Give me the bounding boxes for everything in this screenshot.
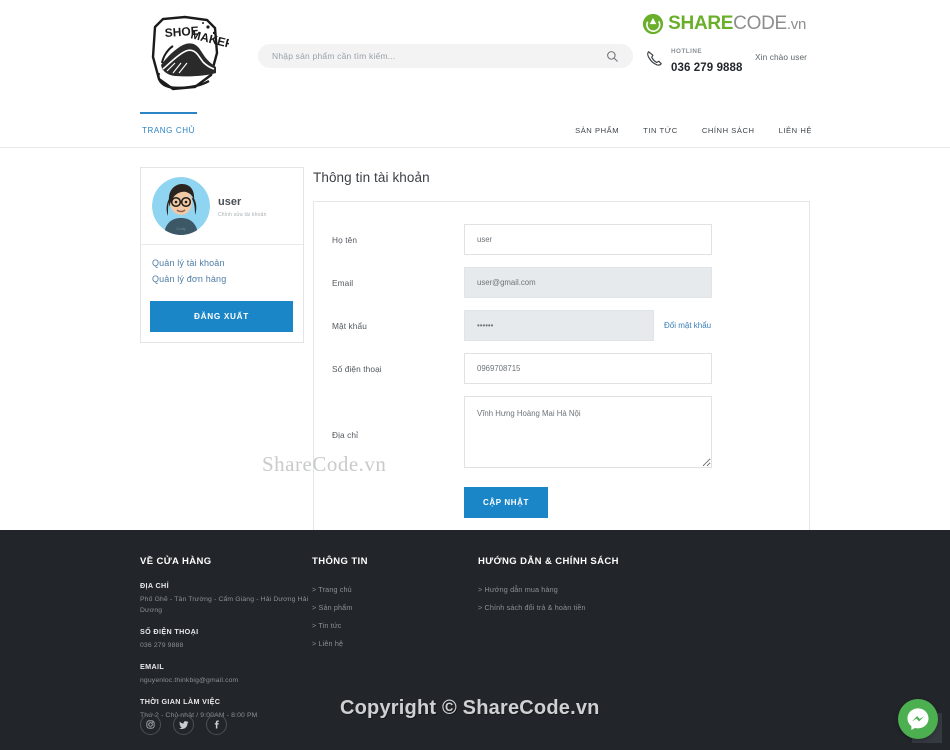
label-address: Địa chỉ bbox=[332, 429, 359, 440]
hotline-number: 036 279 9888 bbox=[671, 62, 743, 74]
user-greeting: Xin chào user bbox=[755, 52, 808, 62]
avatar: Cody bbox=[152, 177, 210, 235]
footer-address-text: Phố Ghẽ - Tân Trường - Cẩm Giàng - Hải D… bbox=[140, 596, 309, 614]
label-password: Mật khẩu bbox=[332, 320, 367, 331]
nav-item-news[interactable]: TIN TỨC bbox=[643, 124, 678, 135]
sharecode-watermark-logo: SHARECODE.vn bbox=[642, 13, 806, 35]
search-bar[interactable] bbox=[258, 44, 633, 68]
label-phone: Số điện thoại bbox=[332, 363, 382, 374]
footer-address-head: ĐỊA CHỈ bbox=[140, 581, 169, 590]
form-row-submit: CẬP NHẬT bbox=[314, 485, 809, 518]
phone-input[interactable] bbox=[464, 353, 712, 384]
footer-socials bbox=[140, 714, 227, 735]
footer-column-policy: HƯỚNG DẪN & CHÍNH SÁCH > Hướng dẫn mua h… bbox=[478, 556, 738, 617]
sharecode-mark-icon bbox=[642, 13, 664, 35]
site-header: SHOE MAKER Nhập sản phẩm cần tìm kiếm...… bbox=[0, 0, 950, 112]
form-row-fullname: Họ tên bbox=[314, 224, 809, 255]
footer-phone-text: 036 279 9888 bbox=[140, 642, 184, 649]
page-root: SHOE MAKER Nhập sản phẩm cần tìm kiếm...… bbox=[0, 0, 950, 750]
sidebar-item-orders[interactable]: Quản lý đơn hàng bbox=[152, 271, 303, 287]
footer-column-store: VỀ CỬA HÀNG ĐỊA CHỈ Phố Ghẽ - Tân Trường… bbox=[140, 556, 310, 732]
password-input[interactable] bbox=[464, 310, 654, 341]
nav-item-policy[interactable]: CHÍNH SÁCH bbox=[702, 124, 755, 135]
account-sidebar: Cody user Chỉnh sửa tài khoản Quản lý tà… bbox=[140, 167, 304, 343]
nav-item-contact[interactable]: LIÊN HỆ bbox=[779, 124, 812, 135]
sidebar-user-name: user bbox=[218, 196, 242, 208]
sidebar-item-account[interactable]: Quản lý tài khoản bbox=[152, 255, 303, 271]
logout-button[interactable]: ĐĂNG XUẤT bbox=[150, 301, 293, 332]
footer-link-products[interactable]: > Sản phẩm bbox=[312, 599, 482, 617]
nav-item-products[interactable]: SẢN PHẨM bbox=[575, 124, 619, 135]
sharecode-code-text: CODE bbox=[733, 12, 787, 34]
form-row-password: Mật khẩu Đổi mật khẩu bbox=[314, 310, 809, 341]
sidebar-user-subtitle: Chỉnh sửa tài khoản bbox=[218, 212, 267, 218]
svg-text:Cody: Cody bbox=[176, 226, 185, 231]
footer-link-buying-guide[interactable]: > Hướng dẫn mua hàng bbox=[478, 581, 738, 599]
search-input[interactable] bbox=[258, 51, 591, 61]
footer-link-news[interactable]: > Tin tức bbox=[312, 617, 482, 635]
messenger-icon bbox=[907, 708, 929, 730]
footer-title-store: VỀ CỬA HÀNG bbox=[140, 556, 212, 567]
footer-column-info: THÔNG TIN > Trang chủ > Sản phẩm > Tin t… bbox=[312, 556, 482, 653]
messenger-chat-button[interactable] bbox=[898, 699, 938, 739]
instagram-icon[interactable] bbox=[140, 714, 161, 735]
form-row-phone: Số điện thoại bbox=[314, 353, 809, 384]
email-input[interactable] bbox=[464, 267, 712, 298]
footer-hours-head: THỜI GIAN LÀM VIỆC bbox=[140, 697, 221, 706]
site-footer: VỀ CỬA HÀNG ĐỊA CHỈ Phố Ghẽ - Tân Trường… bbox=[0, 530, 950, 750]
main-navigation: TRANG CHỦ SẢN PHẨM TIN TỨC CHÍNH SÁCH LI… bbox=[0, 112, 950, 148]
hotline-block: HOTLINE 036 279 9888 bbox=[645, 40, 743, 76]
footer-link-contact[interactable]: > Liên hệ bbox=[312, 635, 482, 653]
fullname-input[interactable] bbox=[464, 224, 712, 255]
sidebar-user-header[interactable]: Cody user Chỉnh sửa tài khoản bbox=[141, 168, 303, 245]
label-fullname: Họ tên bbox=[332, 234, 358, 245]
change-password-link[interactable]: Đổi mật khẩu bbox=[664, 321, 711, 330]
hotline-label: HOTLINE bbox=[671, 48, 703, 55]
phone-icon bbox=[645, 49, 664, 68]
account-form: Họ tên Email Mật khẩu Đổi mật khẩu bbox=[313, 201, 810, 555]
nav-item-home[interactable]: TRANG CHỦ bbox=[140, 112, 197, 147]
label-email: Email bbox=[332, 277, 354, 288]
shoemaker-logo-icon[interactable]: SHOE MAKER bbox=[145, 13, 229, 101]
sharecode-vn-text: .vn bbox=[786, 15, 806, 33]
search-icon bbox=[606, 50, 618, 62]
search-button[interactable] bbox=[591, 44, 633, 68]
form-row-email: Email bbox=[314, 267, 809, 298]
footer-title-policy: HƯỚNG DẪN & CHÍNH SÁCH bbox=[478, 556, 619, 567]
main-content: Cody user Chỉnh sửa tài khoản Quản lý tà… bbox=[0, 148, 950, 555]
footer-email-text: nguyenloc.thinkbig@gmail.com bbox=[140, 677, 239, 684]
address-textarea[interactable] bbox=[464, 396, 712, 468]
footer-phone-head: SỐ ĐIỆN THOẠI bbox=[140, 627, 199, 636]
facebook-icon[interactable] bbox=[206, 714, 227, 735]
footer-link-return-policy[interactable]: > Chính sách đổi trả & hoàn tiền bbox=[478, 599, 738, 617]
footer-email-head: EMAIL bbox=[140, 662, 165, 671]
twitter-icon[interactable] bbox=[173, 714, 194, 735]
sharecode-share-text: SHARE bbox=[668, 12, 734, 34]
form-row-address: Địa chỉ bbox=[314, 396, 809, 473]
footer-link-home[interactable]: > Trang chủ bbox=[312, 581, 482, 599]
update-button[interactable]: CẬP NHẬT bbox=[464, 487, 548, 518]
page-title: Thông tin tài khoản bbox=[313, 170, 430, 185]
footer-title-info: THÔNG TIN bbox=[312, 556, 368, 567]
account-content: Thông tin tài khoản Họ tên Email Mật khẩ… bbox=[313, 170, 810, 555]
